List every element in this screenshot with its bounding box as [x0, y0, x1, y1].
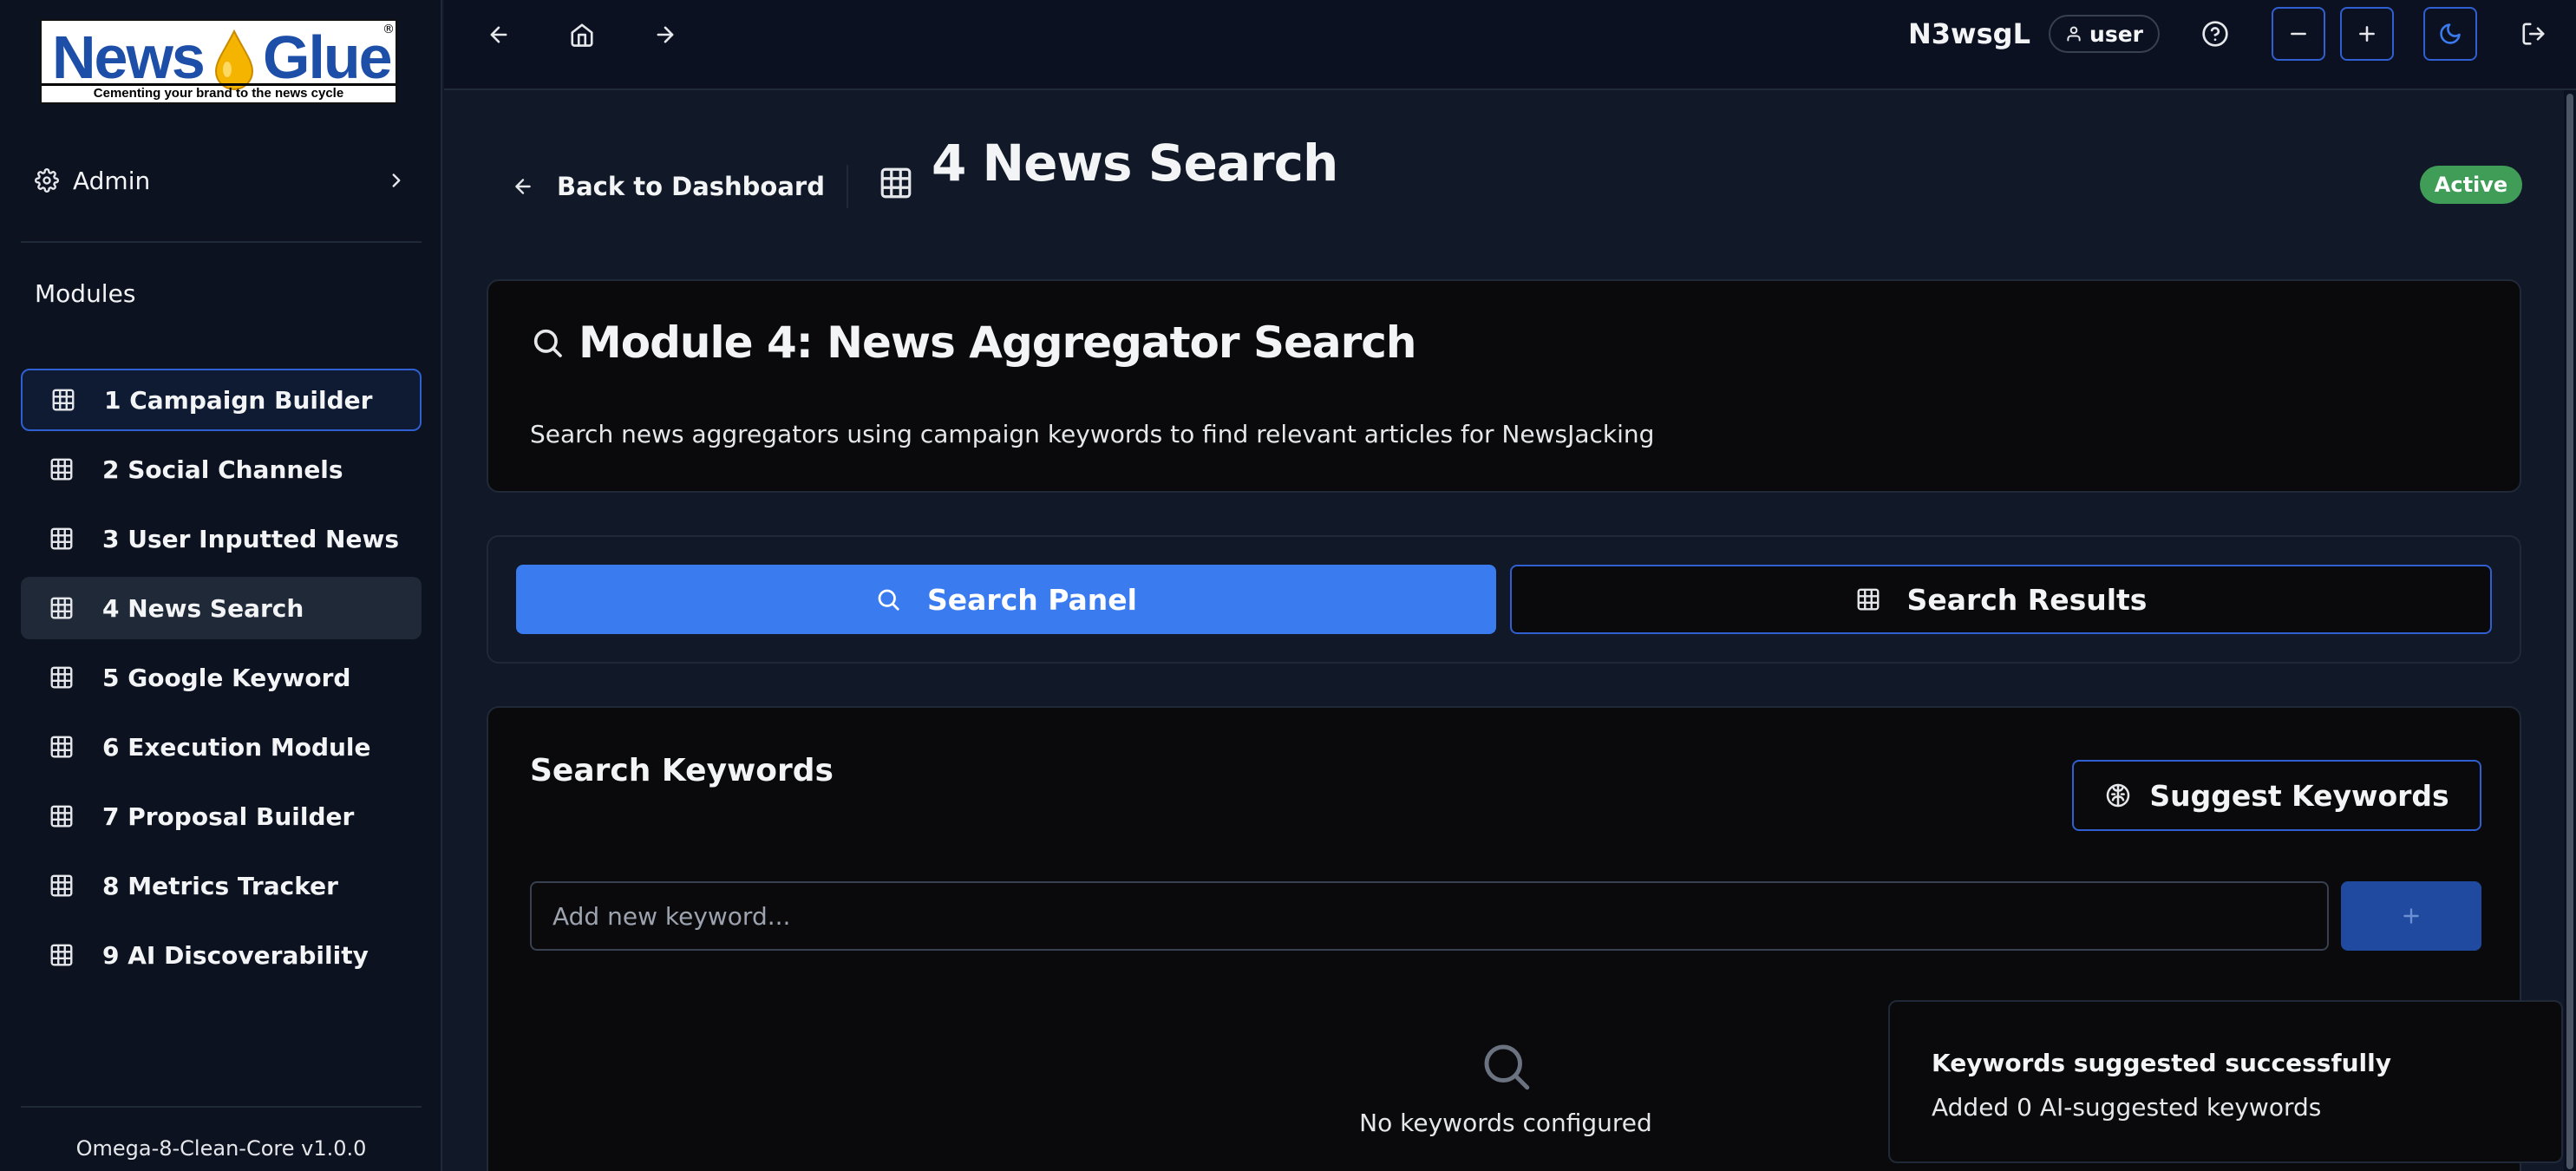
sidebar-item-label: 3 User Inputted News: [102, 524, 400, 553]
home-button[interactable]: [563, 16, 601, 54]
sidebar-item-9[interactable]: 9 AI Discoverability: [21, 924, 422, 986]
plus-icon: [2359, 26, 2375, 42]
logo-word-news: News: [52, 23, 206, 91]
sidebar-item-4[interactable]: 4 News Search: [21, 577, 422, 639]
admin-label: Admin: [73, 166, 151, 195]
sidebar-item-label: 5 Google Keyword: [102, 663, 351, 692]
grid-icon: [50, 527, 73, 550]
modules-heading: Modules: [35, 279, 136, 308]
sidebar-item-label: 9 AI Discoverability: [102, 940, 369, 970]
empty-search-icon: [1484, 1044, 1530, 1090]
search-icon: [878, 589, 899, 611]
search-icon: [533, 329, 562, 357]
top-bar: [444, 0, 2576, 90]
logout-button[interactable]: [2514, 15, 2553, 53]
sidebar-item-8[interactable]: 8 Metrics Tracker: [21, 854, 422, 917]
sidebar-item-5[interactable]: 5 Google Keyword: [21, 646, 422, 709]
sidebar-item-label: 6 Execution Module: [102, 732, 371, 762]
sidebar-item-1[interactable]: 1 Campaign Builder: [21, 369, 422, 431]
grid-icon: [50, 458, 73, 481]
sidebar-item-7[interactable]: 7 Proposal Builder: [21, 785, 422, 847]
brain-icon: [2107, 783, 2130, 808]
chevron-right-icon: [392, 173, 401, 187]
logo-drop-icon: [214, 29, 254, 90]
zoom-out-button[interactable]: [2272, 7, 2325, 61]
grid-icon: [50, 736, 73, 758]
sidebar-item-label: 8 Metrics Tracker: [102, 871, 338, 900]
forward-arrow-button[interactable]: [646, 16, 684, 54]
toast-message: Added 0 AI-suggested keywords: [1932, 1093, 2322, 1122]
status-badge: Active: [2420, 166, 2522, 204]
module-title-text: Module 4: News Aggregator Search: [579, 317, 1417, 368]
sidebar-item-label: 2 Social Channels: [102, 455, 343, 484]
suggest-keywords-label: Suggest Keywords: [2149, 778, 2449, 813]
logo-registered-mark: ®: [382, 23, 395, 36]
user-menu[interactable]: user: [2049, 15, 2160, 53]
help-button[interactable]: [2196, 15, 2234, 53]
sidebar-item-label: 7 Proposal Builder: [102, 801, 355, 831]
suggest-keywords-button[interactable]: Suggest Keywords: [2072, 760, 2481, 831]
sidebar-item-6[interactable]: 6 Execution Module: [21, 716, 422, 778]
grid-icon: [50, 597, 73, 619]
theme-toggle-button[interactable]: [2423, 7, 2477, 61]
grid-icon: [50, 666, 73, 689]
grid-icon: [50, 874, 73, 897]
grid-icon: [52, 389, 75, 411]
add-keyword-button[interactable]: [2341, 881, 2481, 951]
sidebar-item-3[interactable]: 3 User Inputted News: [21, 507, 422, 570]
user-label: user: [2089, 21, 2143, 47]
help-icon: [2202, 21, 2228, 47]
toast-title: Keywords suggested successfully: [1932, 1049, 2392, 1077]
sidebar-item-label: 1 Campaign Builder: [104, 385, 373, 415]
tab-search-results[interactable]: Search Results: [1510, 565, 2492, 634]
sidebar: News Glue ® Cementing your brand to the …: [0, 0, 442, 1171]
back-to-dashboard-button[interactable]: Back to Dashboard: [512, 167, 825, 206]
grid-icon: [50, 805, 73, 828]
tab-search-panel-label: Search Panel: [927, 582, 1137, 617]
main-scrollbar[interactable]: [2564, 90, 2576, 1171]
sidebar-item-label: 4 News Search: [102, 593, 304, 623]
tab-search-results-label: Search Results: [1906, 582, 2148, 617]
sidebar-divider: [21, 241, 422, 243]
logout-icon: [2522, 23, 2545, 45]
tab-search-panel[interactable]: Search Panel: [516, 565, 1496, 634]
search-keywords-heading: Search Keywords: [530, 753, 834, 788]
module-description: Search news aggregators using campaign k…: [530, 420, 1655, 448]
newsglue-logo[interactable]: News Glue ® Cementing your brand to the …: [40, 19, 397, 104]
admin-menu[interactable]: Admin: [35, 163, 408, 198]
app-title: N3wsgL: [1908, 17, 2030, 50]
sidebar-item-2[interactable]: 2 Social Channels: [21, 438, 422, 500]
grid-icon: [880, 167, 912, 199]
minus-icon: [2291, 32, 2306, 36]
home-icon: [571, 23, 593, 47]
grid-icon: [1857, 588, 1879, 611]
arrow-right-icon: [657, 26, 674, 43]
scrollbar-thumb[interactable]: [2566, 94, 2573, 1169]
tab-bar: Search Panel Search Results: [487, 535, 2521, 664]
header-divider: [847, 165, 848, 208]
module-title: Module 4: News Aggregator Search: [530, 317, 1417, 368]
arrow-left-icon: [515, 179, 531, 194]
logo-word-glue: Glue: [263, 23, 393, 91]
app-version: Omega-8-Clean-Core v1.0.0: [75, 1136, 367, 1161]
back-to-dashboard-label: Back to Dashboard: [557, 172, 825, 201]
back-arrow-button[interactable]: [480, 16, 518, 54]
keyword-input[interactable]: [530, 881, 2329, 951]
gear-icon: [35, 168, 59, 193]
sidebar-footer-divider: [21, 1106, 422, 1108]
plus-icon: [2403, 908, 2419, 924]
grid-icon: [50, 944, 73, 966]
toast-notification[interactable]: Keywords suggested successfully Added 0 …: [1888, 1000, 2563, 1163]
arrow-left-icon: [490, 26, 507, 43]
logo-tagline: Cementing your brand to the news cycle: [42, 83, 396, 101]
zoom-in-button[interactable]: [2340, 7, 2394, 61]
user-icon: [2067, 26, 2081, 42]
moon-icon: [2440, 23, 2461, 44]
module-info-card: Module 4: News Aggregator Search Search …: [487, 279, 2521, 493]
page-title: 4 News Search: [932, 134, 1338, 193]
